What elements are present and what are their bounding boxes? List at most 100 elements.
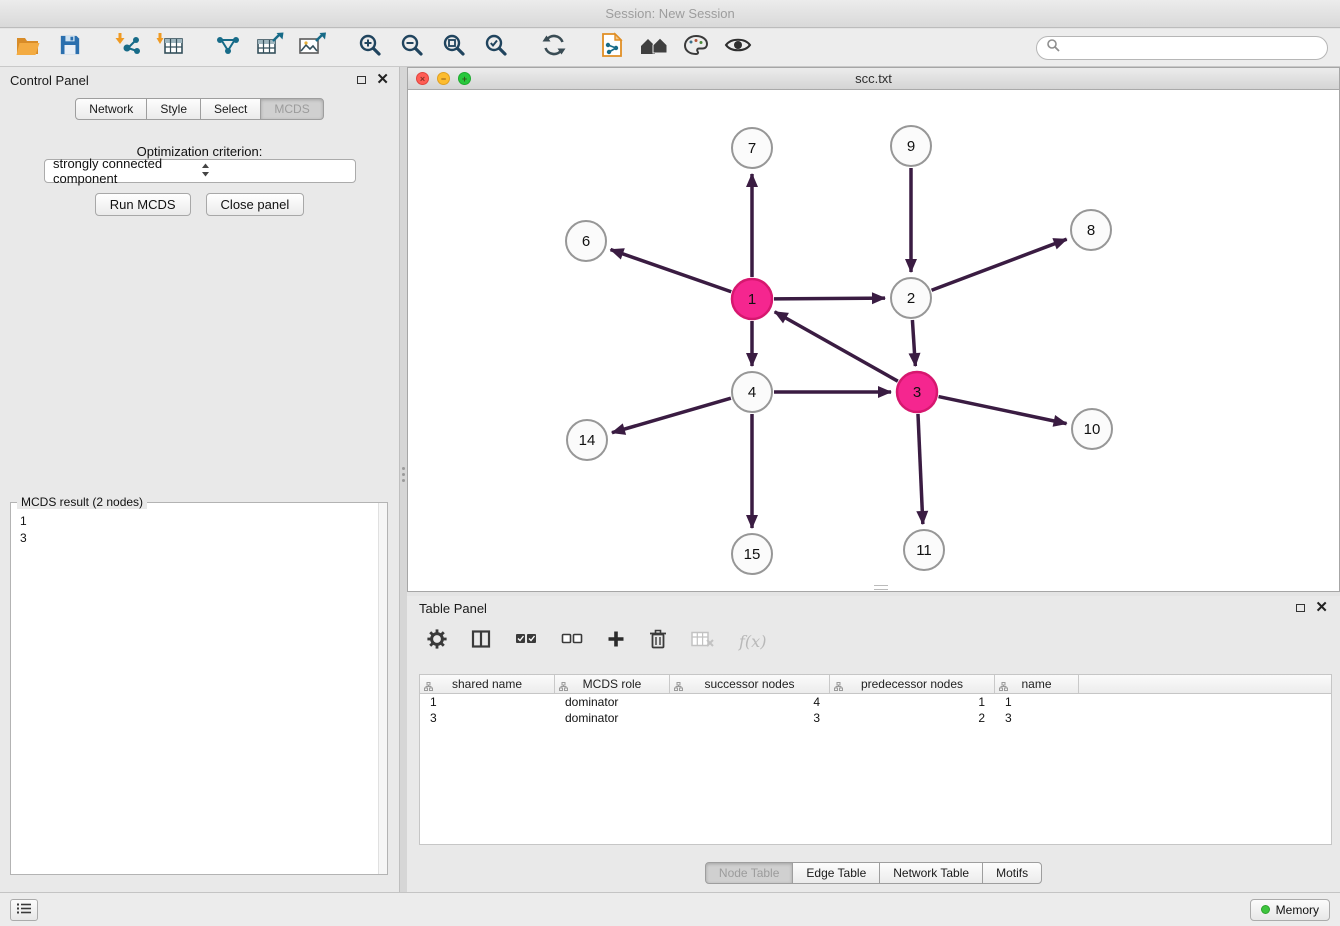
refresh-icon — [541, 32, 567, 63]
graph-edge-3-10[interactable] — [939, 397, 1067, 424]
show-columns-icon[interactable] — [471, 629, 491, 654]
mcds-result-line: 3 — [20, 530, 387, 547]
cell-mcds-role[interactable]: dominator — [555, 710, 670, 726]
export-table-button[interactable] — [254, 33, 286, 63]
column-header-shared-name[interactable]: shared name — [420, 675, 555, 693]
tab-motifs[interactable]: Motifs — [982, 862, 1042, 884]
cell-successor-nodes[interactable]: 4 — [670, 694, 830, 710]
graph-node-14[interactable]: 14 — [567, 420, 607, 460]
cell-successor-nodes[interactable]: 3 — [670, 710, 830, 726]
column-header-successor-nodes[interactable]: successor nodes — [670, 675, 830, 693]
graph-edge-3-1[interactable] — [775, 312, 898, 381]
maximize-window-icon[interactable]: + — [458, 72, 471, 85]
column-header-predecessor-nodes[interactable]: predecessor nodes — [830, 675, 995, 693]
graph-node-3[interactable]: 3 — [897, 372, 937, 412]
graph-edge-1-2[interactable] — [774, 298, 885, 299]
graph-node-4[interactable]: 4 — [732, 372, 772, 412]
search-field[interactable] — [1036, 36, 1328, 60]
zoom-fit-button[interactable] — [438, 33, 470, 63]
graph-edge-3-11[interactable] — [918, 414, 923, 524]
clone-network-button[interactable] — [212, 33, 244, 63]
refresh-layout-button[interactable] — [538, 33, 570, 63]
zoom-selected-icon — [484, 33, 508, 62]
tab-network-table[interactable]: Network Table — [879, 862, 983, 884]
show-hide-button[interactable] — [722, 33, 754, 63]
cell-shared-name[interactable]: 3 — [420, 710, 555, 726]
graph-node-11[interactable]: 11 — [904, 530, 944, 570]
window-title: Session: New Session — [605, 6, 734, 21]
float-table-panel-icon[interactable] — [1296, 604, 1305, 612]
result-scrollbar[interactable] — [378, 503, 387, 874]
graph-node-10[interactable]: 10 — [1072, 409, 1112, 449]
close-table-panel-icon[interactable]: ✕ — [1315, 601, 1328, 615]
delete-column-trash-icon[interactable] — [649, 629, 667, 654]
table-row[interactable]: 1 dominator 4 1 1 — [420, 694, 1331, 710]
run-mcds-button[interactable]: Run MCDS — [95, 193, 191, 216]
cell-predecessor-nodes[interactable]: 2 — [830, 710, 995, 726]
task-history-button[interactable] — [10, 899, 38, 921]
tab-edge-table[interactable]: Edge Table — [792, 862, 880, 884]
memory-button[interactable]: Memory — [1250, 899, 1330, 921]
attribute-type-icon — [834, 680, 843, 694]
tab-style[interactable]: Style — [146, 98, 201, 120]
deselect-all-icon[interactable] — [561, 632, 583, 651]
import-table-button[interactable] — [154, 33, 186, 63]
graph-node-6[interactable]: 6 — [566, 221, 606, 261]
graph-edge-2-3[interactable] — [912, 320, 915, 366]
export-image-icon — [298, 32, 326, 63]
dropdown-stepper-icon — [200, 162, 347, 181]
table-row[interactable]: 3 dominator 3 2 3 — [420, 710, 1331, 726]
graph-edge-1-6[interactable] — [611, 250, 732, 292]
search-input[interactable] — [1066, 41, 1318, 55]
palette-icon — [683, 33, 709, 62]
new-network-button[interactable] — [596, 33, 628, 63]
graph-node-label: 3 — [913, 384, 921, 401]
graph-node-label: 9 — [907, 138, 915, 155]
close-window-icon[interactable]: × — [416, 72, 429, 85]
cell-mcds-role[interactable]: dominator — [555, 694, 670, 710]
cell-shared-name[interactable]: 1 — [420, 694, 555, 710]
close-panel-icon[interactable]: ✕ — [376, 73, 389, 87]
import-network-button[interactable] — [112, 33, 144, 63]
table-settings-gear-icon[interactable] — [427, 629, 447, 654]
mcds-result-title: MCDS result (2 nodes) — [17, 495, 147, 509]
cell-name[interactable]: 1 — [995, 694, 1079, 710]
graph-node-1[interactable]: 1 — [732, 279, 772, 319]
graph-node-2[interactable]: 2 — [891, 278, 931, 318]
close-panel-button[interactable]: Close panel — [206, 193, 305, 216]
graph-node-15[interactable]: 15 — [732, 534, 772, 574]
style-button[interactable] — [680, 33, 712, 63]
eye-icon — [724, 35, 752, 60]
open-session-button[interactable] — [12, 33, 44, 63]
export-image-button[interactable] — [296, 33, 328, 63]
tab-select[interactable]: Select — [200, 98, 261, 120]
resize-grip-icon[interactable] — [874, 585, 888, 590]
graph-edge-4-14[interactable] — [612, 398, 731, 433]
network-canvas[interactable]: 7 9 6 8 1 2 4 3 14 10 15 11 — [408, 90, 1339, 591]
column-header-mcds-role[interactable]: MCDS role — [555, 675, 670, 693]
graph-node-7[interactable]: 7 — [732, 128, 772, 168]
graph-node-label: 8 — [1087, 222, 1095, 239]
tab-mcds[interactable]: MCDS — [260, 98, 323, 120]
graph-node-9[interactable]: 9 — [891, 126, 931, 166]
tab-node-table[interactable]: Node Table — [705, 862, 794, 884]
nested-network-button[interactable] — [638, 33, 670, 63]
graph-edge-2-8[interactable] — [932, 239, 1067, 290]
add-column-plus-icon[interactable] — [607, 630, 625, 653]
select-all-icon[interactable] — [515, 632, 537, 651]
zoom-out-button[interactable] — [396, 33, 428, 63]
attribute-type-icon — [674, 680, 683, 694]
mcds-result-list[interactable]: 1 3 — [11, 503, 387, 547]
float-panel-icon[interactable] — [357, 76, 366, 84]
criterion-dropdown[interactable]: strongly connected component — [44, 159, 356, 183]
tab-network[interactable]: Network — [75, 98, 147, 120]
cell-name[interactable]: 3 — [995, 710, 1079, 726]
column-header-name[interactable]: name — [995, 675, 1079, 693]
minimize-window-icon[interactable]: − — [437, 72, 450, 85]
panel-splitter[interactable] — [400, 67, 407, 892]
save-session-button[interactable] — [54, 33, 86, 63]
cell-predecessor-nodes[interactable]: 1 — [830, 694, 995, 710]
zoom-in-button[interactable] — [354, 33, 386, 63]
graph-node-8[interactable]: 8 — [1071, 210, 1111, 250]
zoom-selected-button[interactable] — [480, 33, 512, 63]
